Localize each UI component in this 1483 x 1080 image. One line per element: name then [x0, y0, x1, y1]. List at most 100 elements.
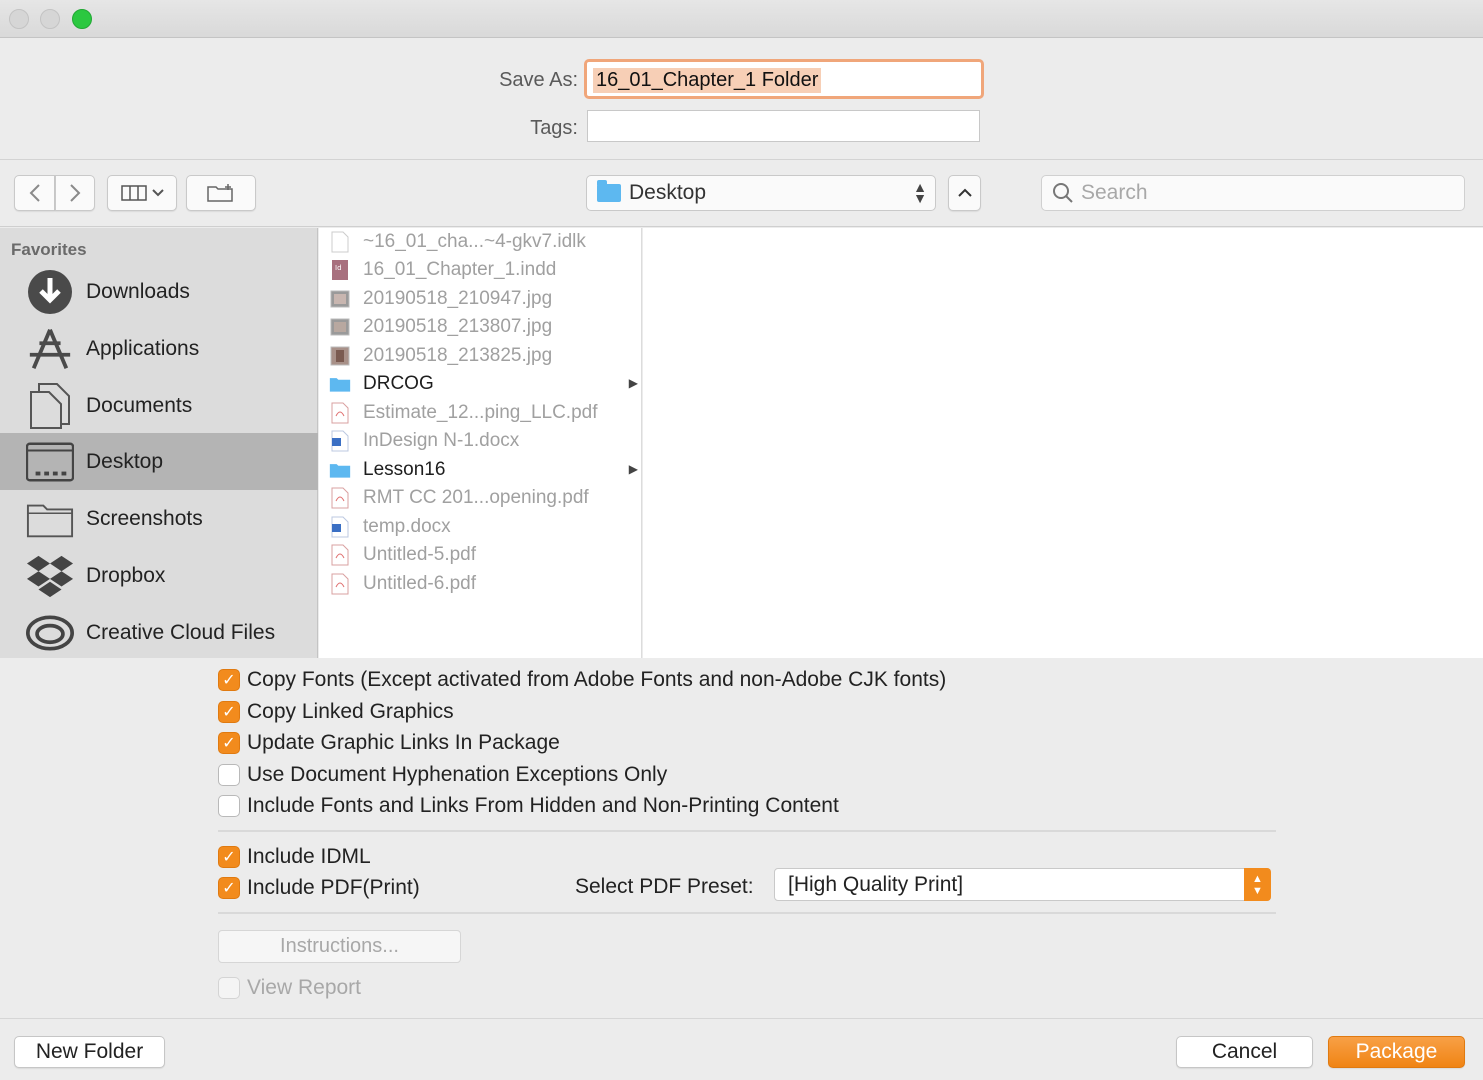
copy-linked-graphics-option[interactable]: ✓ Copy Linked Graphics — [218, 700, 454, 724]
dialog-footer: New Folder Cancel Package — [0, 1018, 1483, 1080]
sidebar-item-dropbox[interactable]: Dropbox — [0, 547, 318, 604]
sidebar-item-screenshots[interactable]: Screenshots — [0, 490, 318, 547]
sidebar-item-desktop[interactable]: Desktop — [0, 433, 318, 490]
file-row[interactable]: ~16_01_cha...~4-gkv7.idlk — [319, 228, 642, 256]
sidebar-item-label: Creative Cloud Files — [86, 620, 276, 644]
file-name: InDesign N-1.docx — [363, 430, 520, 451]
search-input[interactable]: Search — [1041, 175, 1465, 211]
checkbox-unchecked-icon[interactable] — [218, 795, 240, 817]
file-row[interactable]: Untitled-6.pdf — [319, 570, 642, 598]
file-name: 20190518_213807.jpg — [363, 316, 553, 337]
close-window-button[interactable] — [9, 9, 29, 29]
sidebar-item-downloads[interactable]: Downloads — [0, 263, 318, 320]
pdf-preset-label: Select PDF Preset: — [575, 875, 754, 898]
divider — [218, 830, 1276, 832]
pdf-file-icon — [329, 572, 351, 596]
file-name: DRCOG — [363, 373, 434, 394]
checkbox-checked-icon[interactable]: ✓ — [218, 701, 240, 723]
option-label: Include IDML — [247, 845, 371, 868]
sidebar-item-label: Documents — [86, 393, 193, 417]
file-row[interactable]: 20190518_210947.jpg — [319, 285, 642, 313]
file-name: 20190518_213825.jpg — [363, 345, 553, 366]
option-label: Update Graphic Links In Package — [247, 731, 560, 754]
folder-icon — [26, 495, 74, 543]
chevron-right-icon — [70, 184, 81, 202]
file-name: 20190518_210947.jpg — [363, 288, 553, 309]
word-file-icon — [329, 515, 351, 539]
checkbox-checked-icon[interactable]: ✓ — [218, 877, 240, 899]
image-file-icon — [329, 344, 351, 368]
forward-button[interactable] — [55, 175, 95, 211]
disclosure-arrow-icon: ▶ — [628, 462, 638, 476]
folder-icon — [329, 458, 351, 482]
dropbox-icon — [26, 552, 74, 600]
checkbox-checked-icon[interactable]: ✓ — [218, 732, 240, 754]
sidebar: Favorites Downloads Applications Documen… — [0, 228, 318, 658]
checkbox-unchecked-icon[interactable] — [218, 764, 240, 786]
updown-arrows-icon[interactable]: ▲ ▼ — [1244, 868, 1271, 901]
svg-text:Id: Id — [335, 264, 342, 272]
instructions-button[interactable]: Instructions... — [218, 930, 461, 963]
pdf-file-icon — [329, 401, 351, 425]
save-as-label: Save As: — [499, 69, 578, 91]
include-idml-option[interactable]: ✓ Include IDML — [218, 845, 371, 869]
pdf-preset-select[interactable]: [High Quality Print] ▲ ▼ — [774, 868, 1271, 901]
creative-cloud-icon — [26, 609, 74, 657]
sidebar-item-creative-cloud[interactable]: Creative Cloud Files — [0, 604, 318, 661]
back-button[interactable] — [14, 175, 55, 211]
checkbox-checked-icon[interactable]: ✓ — [218, 669, 240, 691]
file-row[interactable]: 20190518_213825.jpg — [319, 342, 642, 370]
columns-view-icon — [120, 185, 147, 201]
image-file-icon — [329, 315, 351, 339]
desktop-icon — [26, 438, 74, 486]
file-row[interactable]: Id 16_01_Chapter_1.indd — [319, 256, 642, 284]
file-row[interactable]: InDesign N-1.docx — [319, 427, 642, 455]
folder-row[interactable]: Lesson16 ▶ — [319, 456, 642, 484]
chevron-up-icon — [957, 188, 972, 197]
option-label: View Report — [247, 976, 362, 999]
file-row[interactable]: Estimate_12...ping_LLC.pdf — [319, 399, 642, 427]
cancel-button[interactable]: Cancel — [1176, 1036, 1313, 1068]
file-row[interactable]: Untitled-5.pdf — [319, 541, 642, 569]
sidebar-item-label: Dropbox — [86, 563, 166, 587]
collapse-button[interactable] — [948, 175, 981, 211]
divider — [218, 912, 1276, 914]
image-file-icon — [329, 287, 351, 311]
title-bar — [0, 0, 1483, 38]
save-as-input[interactable]: 16_01_Chapter_1 Folder — [584, 59, 984, 99]
new-folder-toolbar-button[interactable] — [186, 175, 256, 211]
folder-icon — [597, 180, 621, 202]
view-mode-button[interactable] — [107, 175, 177, 211]
update-graphic-links-option[interactable]: ✓ Update Graphic Links In Package — [218, 731, 560, 755]
option-label: Copy Linked Graphics — [247, 700, 454, 723]
file-row[interactable]: temp.docx — [319, 513, 642, 541]
use-hyphenation-option[interactable]: Use Document Hyphenation Exceptions Only — [218, 763, 667, 787]
sidebar-item-documents[interactable]: Documents — [0, 377, 318, 434]
updown-arrows-icon: ▲ ▼ — [913, 179, 927, 206]
new-folder-button[interactable]: New Folder — [14, 1036, 165, 1068]
package-button[interactable]: Package — [1328, 1036, 1465, 1068]
indesign-file-icon: Id — [329, 258, 351, 282]
sidebar-item-applications[interactable]: Applications — [0, 320, 318, 377]
pdf-file-icon — [329, 486, 351, 510]
pdf-preset-value: [High Quality Print] — [788, 873, 964, 896]
file-name: 16_01_Chapter_1.indd — [363, 259, 557, 280]
search-icon — [1053, 183, 1073, 203]
location-select[interactable]: Desktop ▲ ▼ — [586, 175, 936, 211]
file-row[interactable]: RMT CC 201...opening.pdf — [319, 484, 642, 512]
sidebar-item-label: Desktop — [86, 449, 164, 473]
include-pdf-option[interactable]: ✓ Include PDF(Print) — [218, 876, 420, 900]
file-row[interactable]: 20190518_213807.jpg — [319, 313, 642, 341]
zoom-window-button[interactable] — [72, 9, 92, 29]
view-report-option: View Report — [218, 976, 361, 1000]
minimize-window-button[interactable] — [40, 9, 60, 29]
checkbox-disabled-icon — [218, 977, 240, 999]
file-name: RMT CC 201...opening.pdf — [363, 487, 589, 508]
tags-input[interactable] — [587, 110, 980, 142]
file-name: temp.docx — [363, 516, 451, 537]
include-hidden-content-option[interactable]: Include Fonts and Links From Hidden and … — [218, 794, 839, 818]
file-name: Estimate_12...ping_LLC.pdf — [363, 402, 598, 423]
checkbox-checked-icon[interactable]: ✓ — [218, 846, 240, 868]
copy-fonts-option[interactable]: ✓ Copy Fonts (Except activated from Adob… — [218, 668, 946, 692]
folder-row[interactable]: DRCOG ▶ — [319, 370, 642, 398]
